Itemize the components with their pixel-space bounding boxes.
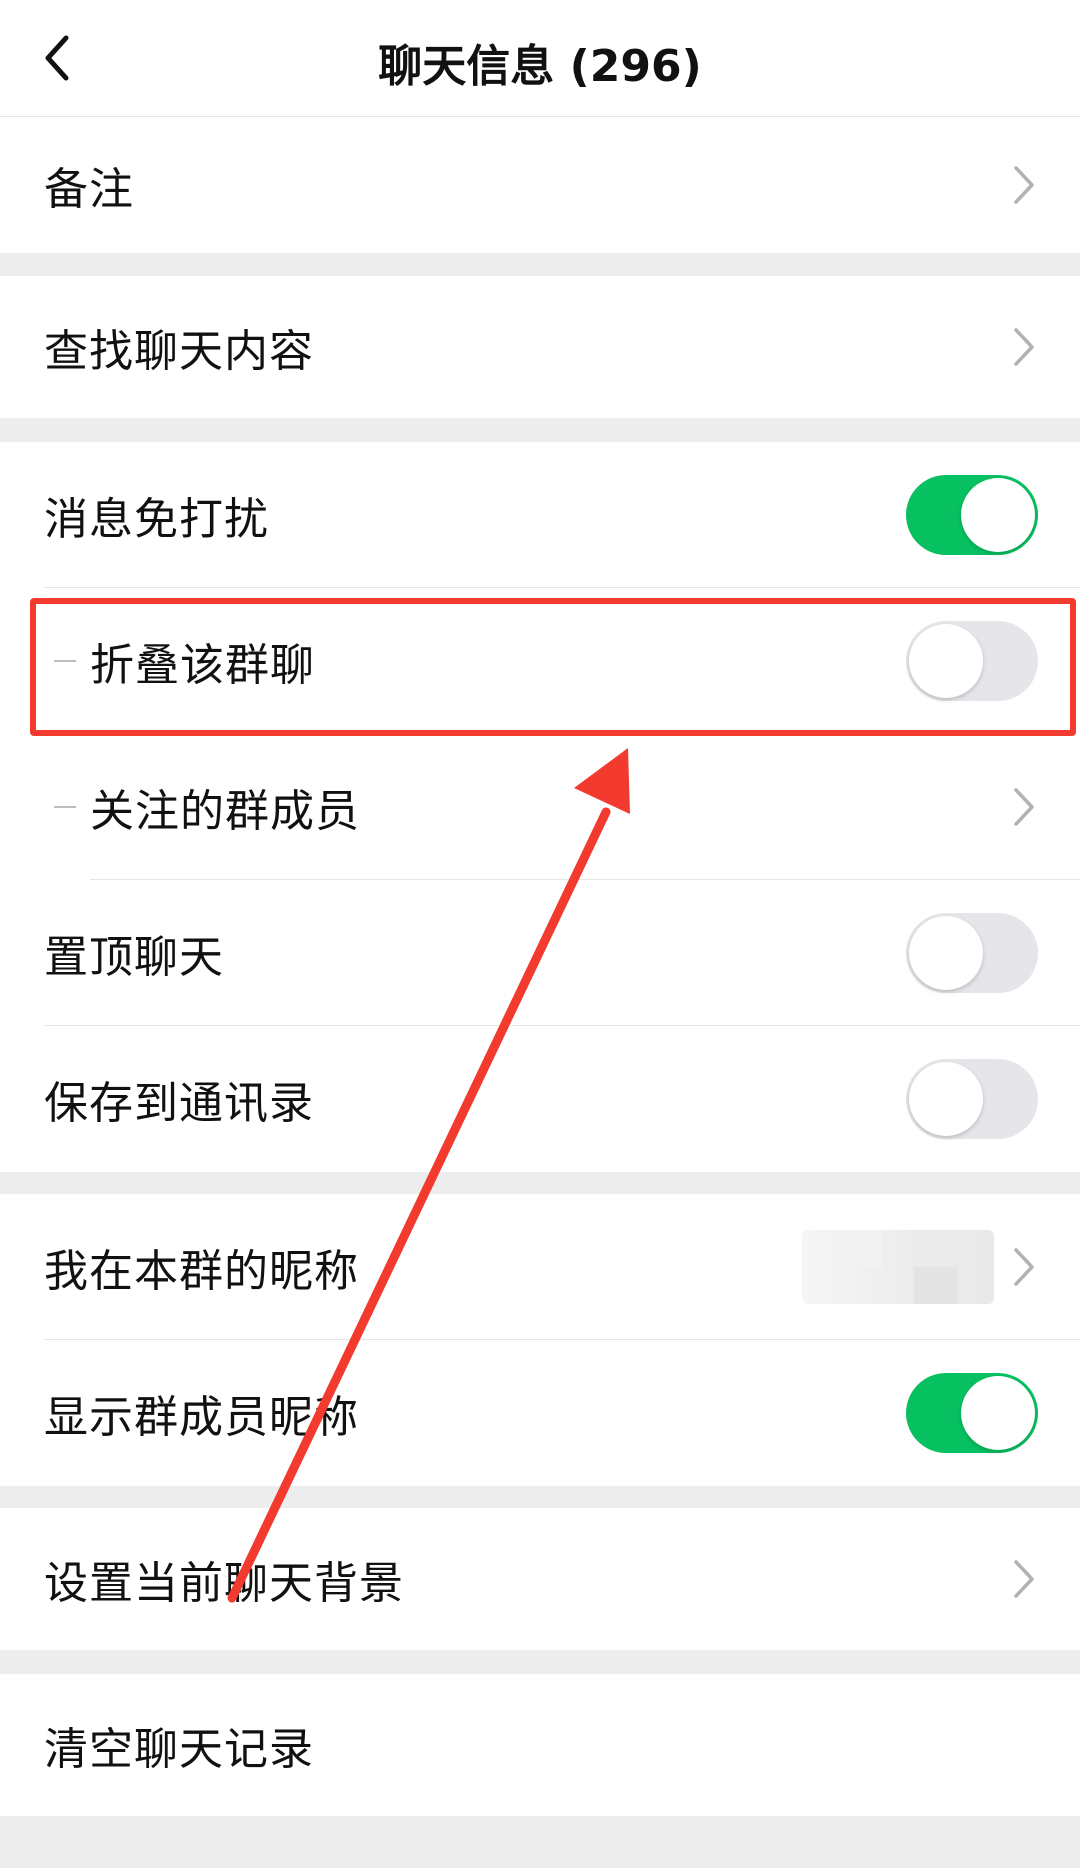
annotation-arrow-icon	[227, 748, 630, 1603]
chat-info-page: 聊天信息 (296) 备注 查找聊天内容 消息免打扰 折叠该群聊 关注的群成员 …	[0, 0, 1080, 1868]
